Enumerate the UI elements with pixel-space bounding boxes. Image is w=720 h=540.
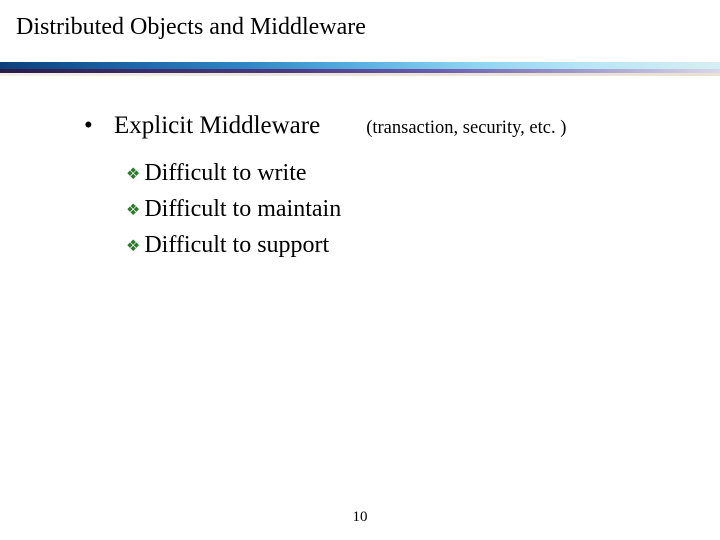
subbullet-text: Difficult to support [144, 227, 329, 263]
diamond-icon: ❖ [126, 235, 140, 259]
slide-title: Distributed Objects and Middleware [16, 14, 366, 41]
underline-band-blue [0, 62, 720, 69]
subbullet-item: ❖ Difficult to maintain [126, 191, 566, 227]
diamond-icon: ❖ [126, 199, 140, 223]
content-block: • Explicit Middleware (transaction, secu… [84, 110, 566, 263]
underline-band-cream [0, 73, 720, 76]
subbullet-item: ❖ Difficult to support [126, 227, 566, 263]
slide: Distributed Objects and Middleware • Exp… [0, 0, 720, 540]
bullet-explicit-middleware: • Explicit Middleware (transaction, secu… [84, 110, 566, 143]
subbullet-list: ❖ Difficult to write ❖ Difficult to main… [126, 155, 566, 263]
page-number: 10 [0, 509, 720, 526]
subbullet-item: ❖ Difficult to write [126, 155, 566, 191]
subbullet-text: Difficult to maintain [144, 191, 341, 227]
diamond-icon: ❖ [126, 163, 140, 187]
bullet-label: Explicit Middleware [114, 110, 320, 143]
bullet-marker: • [84, 110, 108, 143]
subbullet-text: Difficult to write [144, 155, 306, 191]
title-underline [0, 62, 720, 80]
bullet-paren-note: (transaction, security, etc. ) [366, 116, 566, 140]
